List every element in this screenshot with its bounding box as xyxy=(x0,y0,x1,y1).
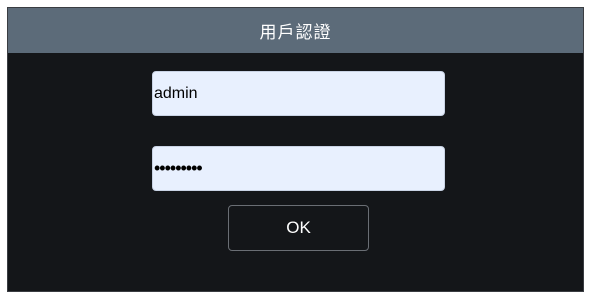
password-input[interactable]: ••••••••• xyxy=(152,146,445,191)
username-value: admin xyxy=(154,84,198,102)
dialog-titlebar: 用戶認證 xyxy=(8,8,583,53)
ok-button-label: OK xyxy=(286,218,311,237)
username-input[interactable]: admin xyxy=(152,71,445,116)
password-value: ••••••••• xyxy=(154,158,203,178)
ok-button[interactable]: OK xyxy=(228,205,369,251)
dialog-title: 用戶認證 xyxy=(259,23,332,42)
auth-dialog: 用戶認證 admin ••••••••• OK xyxy=(7,7,584,292)
